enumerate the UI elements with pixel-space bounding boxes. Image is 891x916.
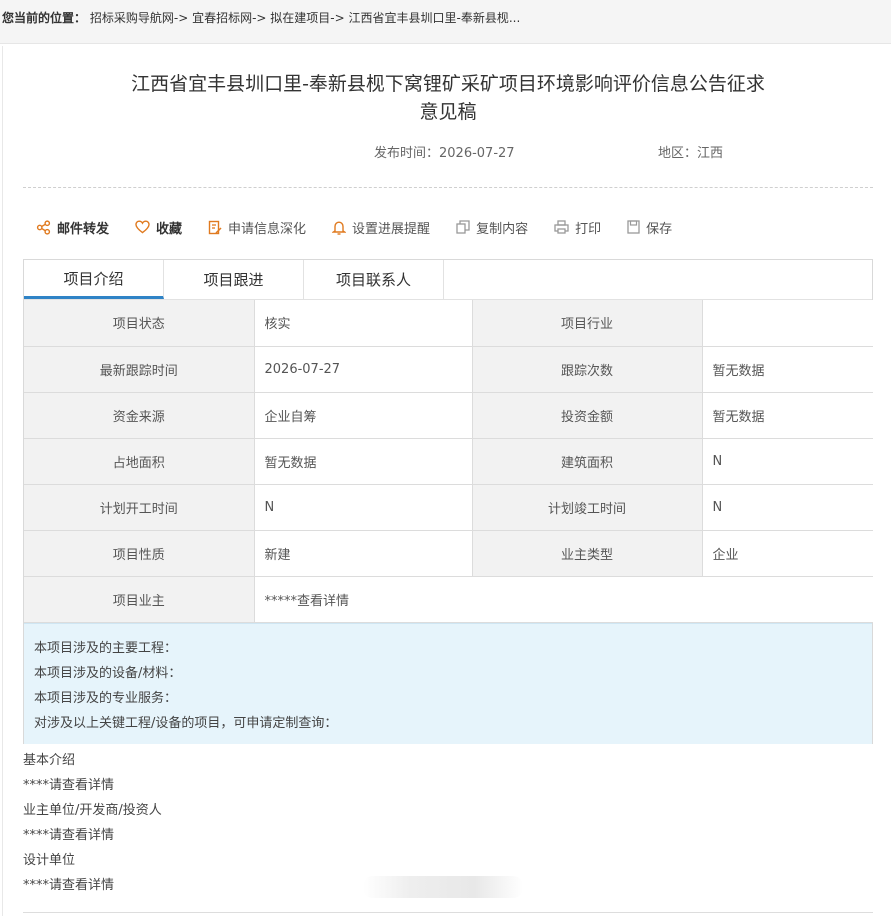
- region-value: 江西: [697, 146, 724, 161]
- breadcrumb-label: 您当前的位置：: [2, 11, 87, 25]
- row-key: 资金来源: [24, 391, 255, 439]
- row-key: 项目性质: [24, 529, 255, 577]
- owner-key: 项目业主: [24, 575, 255, 623]
- content-panel: 江西省宜丰县圳口里-奉新县枧下窝锂矿采矿项目环境影响评价信息公告征求意见稿 发布…: [2, 46, 891, 916]
- row-value: 新建: [253, 529, 473, 577]
- favorite-label: 收藏: [156, 221, 183, 237]
- apply-deepen-label: 申请信息深化: [228, 221, 307, 237]
- copy-content-button[interactable]: 复制内容: [456, 218, 528, 237]
- project-info-table: 项目状态 核实 项目行业 最新跟踪时间 2026-07-27 跟踪次数 暂无数据…: [24, 300, 873, 623]
- mail-forward-button[interactable]: 邮件转发: [36, 218, 109, 237]
- printer-icon: [554, 220, 569, 234]
- row-value: N: [701, 483, 873, 531]
- table-row: 项目状态 核实 项目行业: [24, 300, 873, 347]
- row-key: 项目行业: [471, 300, 703, 347]
- heart-icon: [135, 220, 150, 234]
- page-title: 江西省宜丰县圳口里-奉新县枧下窝锂矿采矿项目环境影响评价信息公告征求意见稿: [131, 73, 765, 123]
- note-line: 对涉及以上关键工程/设备的项目，可申请定制查询：: [34, 715, 338, 731]
- note-line: 本项目涉及的设备/材料：: [34, 665, 182, 681]
- print-label: 打印: [575, 221, 602, 237]
- save-button[interactable]: 保存: [627, 218, 672, 237]
- blurred-overlay: [363, 876, 523, 898]
- project-tabs-panel: 项目介绍 项目跟进 项目联系人 项目状态 核实 项目行业 最新跟踪时间 2026…: [23, 259, 873, 744]
- row-key: 占地面积: [24, 437, 255, 485]
- row-key: 计划竣工时间: [471, 483, 703, 531]
- breadcrumb-separator: ->: [330, 11, 349, 25]
- breadcrumb: 您当前的位置： 招标采购导航网-> 宜春招标网-> 拟在建项目-> 江西省宜丰县…: [0, 0, 891, 44]
- print-button[interactable]: 打印: [554, 218, 601, 237]
- tab-bar: 项目介绍 项目跟进 项目联系人: [24, 260, 872, 300]
- row-key: 业主类型: [471, 529, 703, 577]
- table-row: 占地面积 暂无数据 建筑面积 N: [24, 437, 873, 485]
- divider: [23, 912, 873, 913]
- tab-project-follow[interactable]: 项目跟进: [164, 260, 304, 299]
- breadcrumb-separator: ->: [173, 11, 193, 25]
- favorite-button[interactable]: 收藏: [135, 218, 182, 237]
- row-value: 企业自筹: [253, 391, 473, 439]
- divider: [23, 187, 873, 188]
- row-value: 2026-07-27: [253, 345, 473, 393]
- row-value: N: [253, 483, 473, 531]
- tab-project-intro[interactable]: 项目介绍: [24, 260, 164, 299]
- bell-icon: [332, 220, 347, 235]
- detail-link[interactable]: ****请查看详情: [23, 823, 162, 848]
- detail-link[interactable]: ****请查看详情: [23, 773, 162, 798]
- row-value: 企业: [701, 529, 873, 577]
- copy-icon: [456, 220, 470, 234]
- row-value: 暂无数据: [253, 437, 473, 485]
- row-key: 投资金额: [471, 391, 703, 439]
- row-key: 项目状态: [24, 300, 255, 347]
- breadcrumb-category-link[interactable]: 拟在建项目: [270, 11, 330, 25]
- publish-date: 2026-07-27: [439, 146, 515, 161]
- publish-info: 发布时间：2026-07-27: [374, 142, 515, 161]
- row-value: [701, 300, 873, 347]
- breadcrumb-site-link[interactable]: 宜春招标网: [192, 11, 252, 25]
- row-key: 建筑面积: [471, 437, 703, 485]
- region-label: 地区：: [658, 146, 698, 161]
- save-label: 保存: [646, 221, 673, 237]
- row-value: 核实: [253, 300, 473, 347]
- breadcrumb-separator: ->: [252, 11, 271, 25]
- section-heading: 设计单位: [23, 853, 76, 868]
- table-row: 资金来源 企业自筹 投资金额 暂无数据: [24, 391, 873, 439]
- row-key: 最新跟踪时间: [24, 345, 255, 393]
- toolbar: 邮件转发 收藏 申请信息深化 设置进展提醒 复制内容 打印 保存: [36, 216, 698, 238]
- note-line: 本项目涉及的主要工程：: [34, 640, 178, 656]
- region-info: 地区：江西: [658, 142, 723, 161]
- table-row: 计划开工时间 N 计划竣工时间 N: [24, 483, 873, 531]
- table-row: 最新跟踪时间 2026-07-27 跟踪次数 暂无数据: [24, 345, 873, 393]
- table-row: 项目性质 新建 业主类型 企业: [24, 529, 873, 577]
- progress-reminder-button[interactable]: 设置进展提醒: [332, 218, 430, 237]
- section-heading: 基本介绍: [23, 753, 76, 768]
- row-value: 暂无数据: [701, 391, 873, 439]
- share-icon: [36, 219, 51, 235]
- row-key: 计划开工时间: [24, 483, 255, 531]
- row-value: N: [701, 437, 873, 485]
- note-line: 本项目涉及的专业服务：: [34, 690, 178, 706]
- mail-forward-label: 邮件转发: [57, 221, 110, 237]
- publish-label: 发布时间：: [374, 146, 440, 161]
- project-scope-notes: 本项目涉及的主要工程： 本项目涉及的设备/材料： 本项目涉及的专业服务： 对涉及…: [24, 622, 872, 744]
- tab-project-contacts[interactable]: 项目联系人: [304, 260, 444, 299]
- apply-deepen-button[interactable]: 申请信息深化: [208, 218, 306, 237]
- detail-link[interactable]: ****请查看详情: [23, 873, 162, 898]
- row-key: 跟踪次数: [471, 345, 703, 393]
- copy-content-label: 复制内容: [476, 221, 529, 237]
- project-intro-section: 基本介绍 ****请查看详情 业主单位/开发商/投资人 ****请查看详情 设计…: [23, 748, 162, 898]
- section-heading: 业主单位/开发商/投资人: [23, 803, 162, 818]
- breadcrumb-current[interactable]: 江西省宜丰县圳口里-奉新县枧...: [349, 11, 521, 25]
- edit-document-icon: [208, 220, 222, 234]
- row-value: 暂无数据: [701, 345, 873, 393]
- owner-detail-link[interactable]: *****查看详情: [253, 575, 873, 623]
- breadcrumb-home-link[interactable]: 招标采购导航网: [90, 11, 174, 25]
- save-icon: [627, 220, 640, 234]
- table-row: 项目业主 *****查看详情: [24, 575, 873, 623]
- progress-reminder-label: 设置进展提醒: [352, 221, 431, 237]
